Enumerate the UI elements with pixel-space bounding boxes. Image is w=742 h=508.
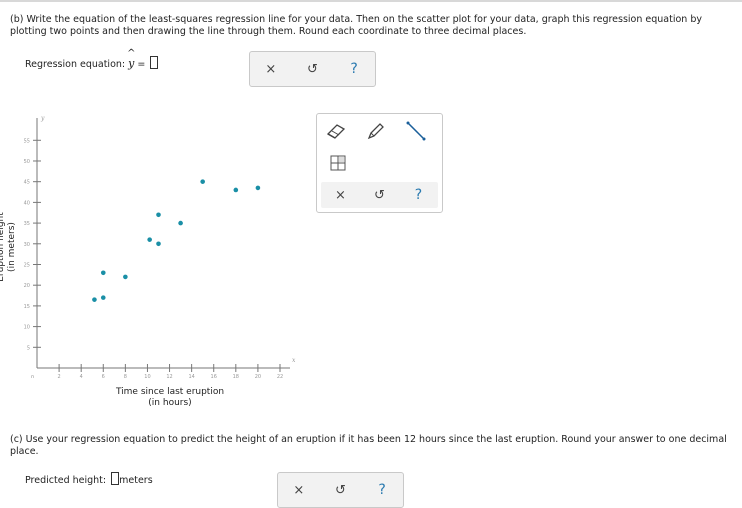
x-tick-label: 8 [124, 374, 127, 378]
data-point [200, 179, 205, 184]
data-point [92, 297, 97, 302]
x-axis-title: Time since last eruption (in hours) [95, 387, 245, 409]
y-axis-title-line2: (in meters) [7, 222, 17, 272]
data-point [147, 237, 152, 242]
data-point [123, 274, 128, 280]
grid-icon[interactable] [327, 152, 349, 174]
eraser-icon[interactable] [325, 120, 347, 142]
x-tick-label: 22 [277, 374, 283, 378]
y-hat-symbol: ^ y [127, 48, 136, 70]
x-tick-label: 10 [144, 374, 150, 378]
data-point [156, 212, 161, 218]
predicted-height-label: Predicted height: [25, 475, 107, 486]
unit-label: meters [119, 475, 153, 486]
data-point [100, 295, 106, 300]
y-tick-label: 50 [24, 159, 30, 165]
y-tick-label: 30 [24, 242, 30, 248]
x-axis-title-line2: (in hours) [148, 398, 192, 408]
graph-tools-actions: × ↺ ? [321, 182, 438, 208]
part-b-answer-toolbar: × ↺ ? [249, 51, 376, 87]
pencil-icon[interactable] [365, 120, 387, 142]
data-point [233, 187, 239, 193]
data-point [178, 220, 183, 226]
x-axis-title-line1: Time since last eruption [115, 387, 225, 397]
line-tool-icon[interactable] [405, 120, 427, 142]
top-divider [0, 0, 742, 2]
y-tick-label: 15 [24, 304, 30, 310]
predicted-height-input[interactable] [111, 472, 120, 485]
clear-button-c[interactable]: × [288, 480, 310, 500]
x-axis-name: x [292, 357, 296, 364]
y-tick-label: 40 [24, 200, 30, 206]
predicted-height-row: Predicted height: meters [25, 472, 153, 486]
help-button[interactable]: ? [343, 59, 365, 79]
graph-tools-panel: × ↺ ? [316, 113, 443, 213]
x-tick-label: 6 [102, 374, 105, 378]
x-tick-label: 12 [166, 374, 172, 378]
x-tick-label: 4 [80, 374, 83, 378]
undo-button[interactable]: ↺ [301, 59, 323, 79]
regression-equation-row: Regression equation: ^ y = [25, 48, 159, 70]
clear-button[interactable]: × [260, 59, 282, 79]
graph-undo-button[interactable]: ↺ [369, 185, 391, 205]
x-tick-label: 16 [211, 374, 217, 378]
y-tick-label: 45 [24, 180, 30, 186]
data-point [255, 185, 261, 191]
graph-help-button[interactable]: ? [408, 185, 430, 205]
equals-sign: = [137, 59, 146, 70]
y-axis-title-line1: Eruption height [0, 212, 6, 282]
part-c-instruction: (c) Use your regression equation to pred… [10, 434, 727, 457]
regression-label: Regression equation: [25, 59, 126, 70]
regression-equation-input[interactable] [150, 56, 159, 69]
help-button-c[interactable]: ? [371, 480, 393, 500]
y-tick-label: 5 [27, 345, 30, 351]
scatter-plot[interactable]: 2 4 6 8 10 12 14 16 18 20 22 5 10 15 20 25 30 35 40 45 50 55 0… [0, 108, 310, 378]
y-tick-label: 20 [24, 283, 30, 289]
part-c-answer-toolbar: × ↺ ? [277, 472, 404, 508]
part-b-instruction: (b) Write the equation of the least-squa… [10, 14, 702, 37]
x-tick-label: 18 [233, 374, 239, 378]
x-tick-label: 20 [255, 374, 261, 378]
y-tick-label: 25 [24, 262, 30, 268]
data-point [100, 270, 106, 276]
graph-clear-button[interactable]: × [330, 185, 352, 205]
undo-button-c[interactable]: ↺ [329, 480, 351, 500]
y-axis-title: Eruption height (in meters) [0, 192, 18, 302]
y-tick-label: 55 [24, 138, 30, 144]
origin-label: 0 [31, 375, 34, 378]
data-point [156, 241, 161, 247]
x-tick-label: 14 [188, 374, 194, 378]
y-tick-label: 35 [24, 221, 30, 227]
x-tick-label: 2 [57, 374, 60, 378]
y-axis-name: y [40, 115, 45, 122]
y-tick-label: 10 [24, 325, 30, 331]
